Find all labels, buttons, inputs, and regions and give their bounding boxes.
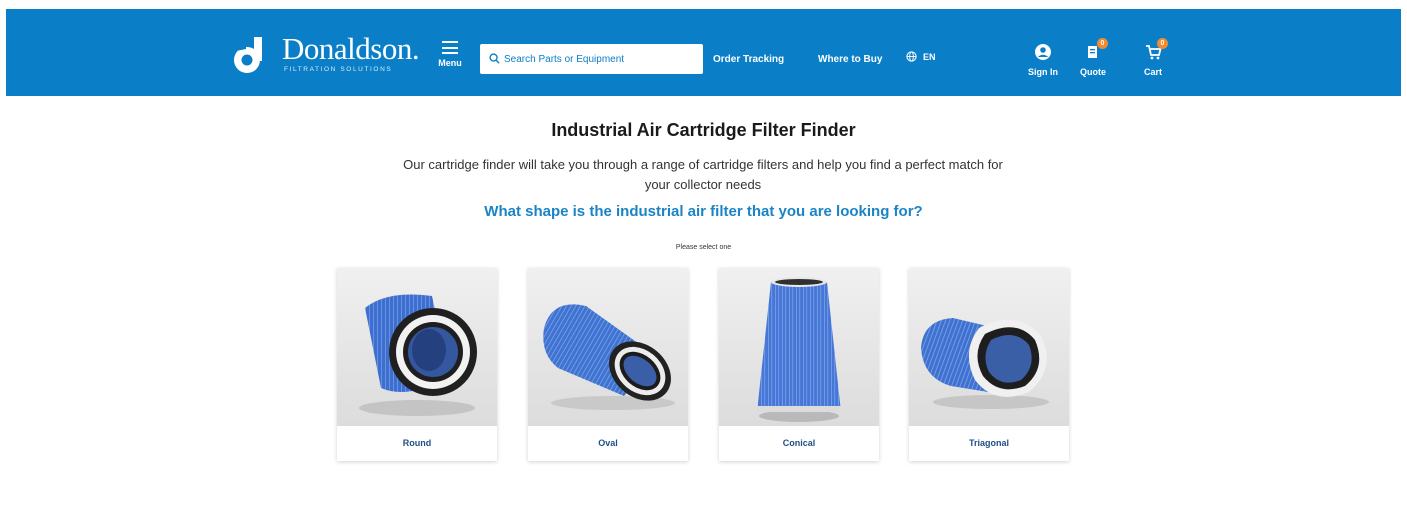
search-input[interactable] <box>504 44 699 74</box>
sign-in-label: Sign In <box>1028 67 1058 77</box>
round-label: Round <box>402 438 432 448</box>
conical-label: Conical <box>782 438 816 448</box>
menu-label: Menu <box>438 57 462 68</box>
page-title: Industrial Air Cartridge Filter Finder <box>551 120 856 140</box>
donaldson-logo[interactable]: Donaldson. FILTRATION SOLUTIONS <box>232 31 432 81</box>
quote-label: Quote <box>1080 67 1106 77</box>
cart-label: Cart <box>1144 67 1163 77</box>
triagonal-filter-image <box>909 268 1069 426</box>
menu-button[interactable]: Menu <box>432 36 468 80</box>
brand-tagline: FILTRATION SOLUTIONS <box>284 66 393 73</box>
shape-option-round[interactable]: Round <box>337 268 497 461</box>
site-header: Donaldson. FILTRATION SOLUTIONS Menu Ord… <box>6 9 1401 96</box>
round-filter-image <box>337 268 497 426</box>
hamburger-icon <box>442 41 458 54</box>
shape-option-conical[interactable]: Conical <box>719 268 879 461</box>
intro-text: Our cartridge finder will take you throu… <box>403 157 1003 192</box>
quote-button[interactable]: 0 Quote <box>1080 38 1108 77</box>
search-box[interactable] <box>480 44 703 74</box>
oval-label: Oval <box>598 438 618 448</box>
select-hint: Please select one <box>675 244 732 251</box>
cart-count-badge: 0 <box>1157 38 1168 49</box>
order-tracking-link[interactable]: Order Tracking <box>713 54 784 65</box>
donaldson-logo-icon <box>234 37 262 73</box>
shape-question: What shape is the industrial air filter … <box>484 203 923 220</box>
where-to-buy-link[interactable]: Where to Buy <box>818 54 882 65</box>
language-selector[interactable]: EN <box>906 51 936 62</box>
conical-filter-image <box>719 268 879 426</box>
brand-name: Donaldson. <box>282 31 420 66</box>
triagonal-label: Triagonal <box>968 438 1009 448</box>
globe-icon <box>906 51 917 62</box>
shape-option-oval[interactable]: Oval <box>528 268 688 461</box>
oval-filter-image <box>528 268 688 426</box>
search-icon <box>489 53 500 64</box>
sign-in-button[interactable]: Sign In <box>1028 43 1058 77</box>
shape-option-triagonal[interactable]: Triagonal <box>909 268 1069 461</box>
quote-count-badge: 0 <box>1097 38 1108 49</box>
cart-button[interactable]: 0 Cart <box>1144 38 1168 77</box>
user-icon <box>1035 44 1051 60</box>
language-label: EN <box>923 51 936 62</box>
